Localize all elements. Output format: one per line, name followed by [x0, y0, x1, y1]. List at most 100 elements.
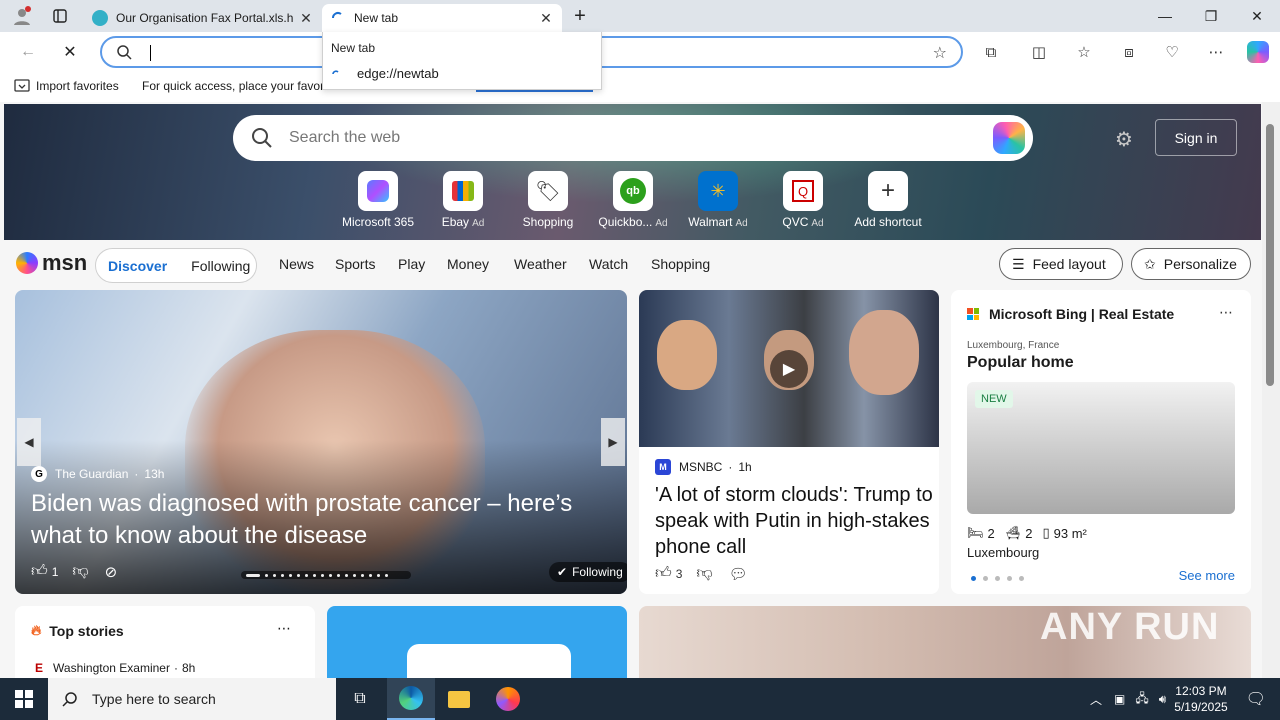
nav-weather[interactable]: Weather [514, 256, 567, 272]
flame-icon: 🔥︎ [31, 622, 42, 638]
restore-button[interactable]: ❐ [1188, 0, 1234, 32]
tab-new-tab[interactable]: New tab ✕ [322, 4, 562, 32]
edge-taskbar-button[interactable] [387, 678, 435, 720]
dropdown-header: New tab [331, 41, 376, 55]
thumbs-down-icon[interactable]: 👎︎ [696, 564, 712, 583]
nav-sports[interactable]: Sports [335, 256, 375, 272]
story-source[interactable]: E Washington Examiner · 8h [35, 661, 195, 675]
promo-card[interactable] [327, 606, 627, 678]
main-news-card[interactable]: ◀ ▶ G The Guardian · 13h Biden was diagn… [15, 290, 627, 594]
sign-in-button[interactable]: Sign in [1155, 119, 1237, 156]
nav-watch[interactable]: Watch [589, 256, 628, 272]
start-button[interactable] [0, 678, 48, 720]
close-tab-icon[interactable]: ✕ [298, 10, 314, 27]
news-headline[interactable]: 'A lot of storm clouds': Trump to speak … [655, 482, 933, 560]
favorites-button[interactable]: ☆ [1068, 36, 1100, 68]
card-actions: 👍︎ 1 👎︎ ⊘ [31, 562, 117, 581]
shortcut-microsoft-365[interactable]: Microsoft 365 [340, 171, 416, 229]
extensions-button[interactable]: ⧉ [975, 36, 1007, 68]
copilot-button[interactable] [1242, 36, 1274, 68]
import-favorites-button[interactable]: Import favorites [14, 79, 119, 93]
volume-icon[interactable]: 🔊︎ [1159, 692, 1167, 707]
nav-shopping[interactable]: Shopping [651, 256, 710, 272]
real-estate-card[interactable]: Microsoft Bing | Real Estate ⋯ Luxembour… [951, 290, 1251, 594]
device-icon[interactable]: ▣ [1114, 692, 1125, 706]
anyrun-watermark: ANY RUN [1040, 606, 1220, 648]
minimize-button[interactable]: — [1142, 0, 1188, 32]
copilot-icon[interactable] [993, 122, 1025, 154]
following-badge[interactable]: ✔ Following [549, 562, 627, 582]
scrollbar-thumb[interactable] [1266, 124, 1274, 386]
profile-button[interactable] [4, 0, 40, 32]
new-tab-button[interactable]: + [562, 0, 598, 32]
msn-logo[interactable]: msn [16, 250, 87, 276]
folder-icon [448, 690, 470, 708]
favorite-star-icon[interactable]: ☆ [933, 43, 947, 63]
shortcut-quickbooks[interactable]: qb Quickbo... Ad [595, 171, 671, 229]
minimize-icon: — [1158, 8, 1172, 24]
listing-photo[interactable]: NEW [967, 382, 1235, 514]
play-icon[interactable]: ▶ [770, 350, 808, 388]
task-view-button[interactable]: ⧉ [336, 678, 384, 720]
chevron-up-icon[interactable]: ︿ [1090, 691, 1102, 708]
tab-fax-portal[interactable]: Our Organisation Fax Portal.xls.h ✕ [84, 4, 322, 32]
shortcut-qvc[interactable]: Q QVC Ad [765, 171, 841, 229]
like-count: 1 [51, 564, 59, 579]
nav-news[interactable]: News [279, 256, 314, 272]
suggestion-item[interactable]: edge://newtab [331, 66, 439, 81]
taskbar-search-box[interactable]: Type here to search [48, 678, 336, 720]
thumbs-up-icon[interactable]: 👍︎ [31, 562, 48, 581]
hide-story-icon[interactable]: ⊘ [105, 563, 118, 581]
thumbs-up-icon[interactable]: 👍︎ [655, 564, 672, 583]
split-screen-icon: ◫ [1031, 44, 1047, 61]
split-screen-button[interactable]: ◫ [1023, 36, 1055, 68]
collections-button[interactable]: ⧈ [1113, 36, 1145, 68]
shortcut-shopping[interactable]: 🏷 Shopping [510, 171, 586, 229]
web-search-box[interactable]: Search the web [233, 115, 1033, 161]
network-icon[interactable]: 🖧︎ [1135, 689, 1148, 710]
sliders-icon: ☰ [1012, 255, 1025, 272]
shortcut-label: Microsoft 365 [341, 215, 415, 229]
clock[interactable]: 12:03 PM 5/19/2025 [1174, 683, 1227, 715]
comment-icon[interactable]: 💬︎ [729, 565, 748, 583]
stop-button[interactable]: ✕ [54, 36, 86, 68]
carousel-prev-button[interactable]: ◀ [17, 418, 41, 466]
carousel-next-button[interactable]: ▶ [601, 418, 625, 466]
shortcut-label: Add shortcut [854, 215, 922, 229]
tab-actions-button[interactable] [42, 0, 78, 32]
notification-icon[interactable]: 🗨︎ [1246, 689, 1266, 709]
bath-count: 2 [1025, 525, 1033, 541]
news-headline[interactable]: Biden was diagnosed with prostate cancer… [31, 488, 611, 552]
feed-layout-button[interactable]: ☰ Feed layout [999, 248, 1123, 280]
card-brand: Microsoft Bing | Real Estate [967, 306, 1174, 322]
carousel-dots [971, 576, 1031, 581]
favorites-manage-link[interactable] [476, 90, 593, 92]
loading-icon [332, 69, 339, 74]
news-card[interactable]: ▶ M MSNBC · 1h 'A lot of storm clouds': … [639, 290, 939, 594]
more-options-icon[interactable]: ⋯ [277, 620, 291, 637]
firefox-button[interactable] [484, 678, 532, 720]
tab-discover[interactable]: Discover [108, 258, 167, 274]
back-button[interactable]: ← [12, 36, 44, 68]
browser-essentials-button[interactable]: ♡ [1156, 36, 1188, 68]
personalize-button[interactable]: ✩ Personalize [1131, 248, 1251, 280]
file-explorer-button[interactable] [435, 678, 483, 720]
more-options-icon[interactable]: ⋯ [1219, 304, 1233, 321]
nav-play[interactable]: Play [398, 256, 425, 272]
promo-graphic [407, 644, 571, 678]
page-settings-gear-icon[interactable]: ⚙ [1115, 127, 1137, 151]
settings-more-button[interactable]: ⋯ [1200, 36, 1232, 68]
page-scrollbar[interactable] [1262, 102, 1280, 678]
thumbs-down-icon[interactable]: 👎︎ [72, 562, 88, 581]
nav-money[interactable]: Money [447, 256, 489, 272]
shortcut-add[interactable]: + Add shortcut [850, 171, 926, 229]
tab-following[interactable]: Following [191, 258, 250, 274]
task-view-icon: ⧉ [354, 690, 366, 707]
close-tab-icon[interactable]: ✕ [538, 10, 554, 27]
carousel-dots [241, 571, 411, 579]
see-more-link[interactable]: See more [1179, 568, 1235, 583]
shortcut-ebay[interactable]: Ebay Ad [425, 171, 501, 229]
shortcut-walmart[interactable]: ✳ Walmart Ad [680, 171, 756, 229]
close-window-button[interactable]: ✕ [1234, 0, 1280, 32]
source-name: Washington Examiner [53, 661, 170, 675]
